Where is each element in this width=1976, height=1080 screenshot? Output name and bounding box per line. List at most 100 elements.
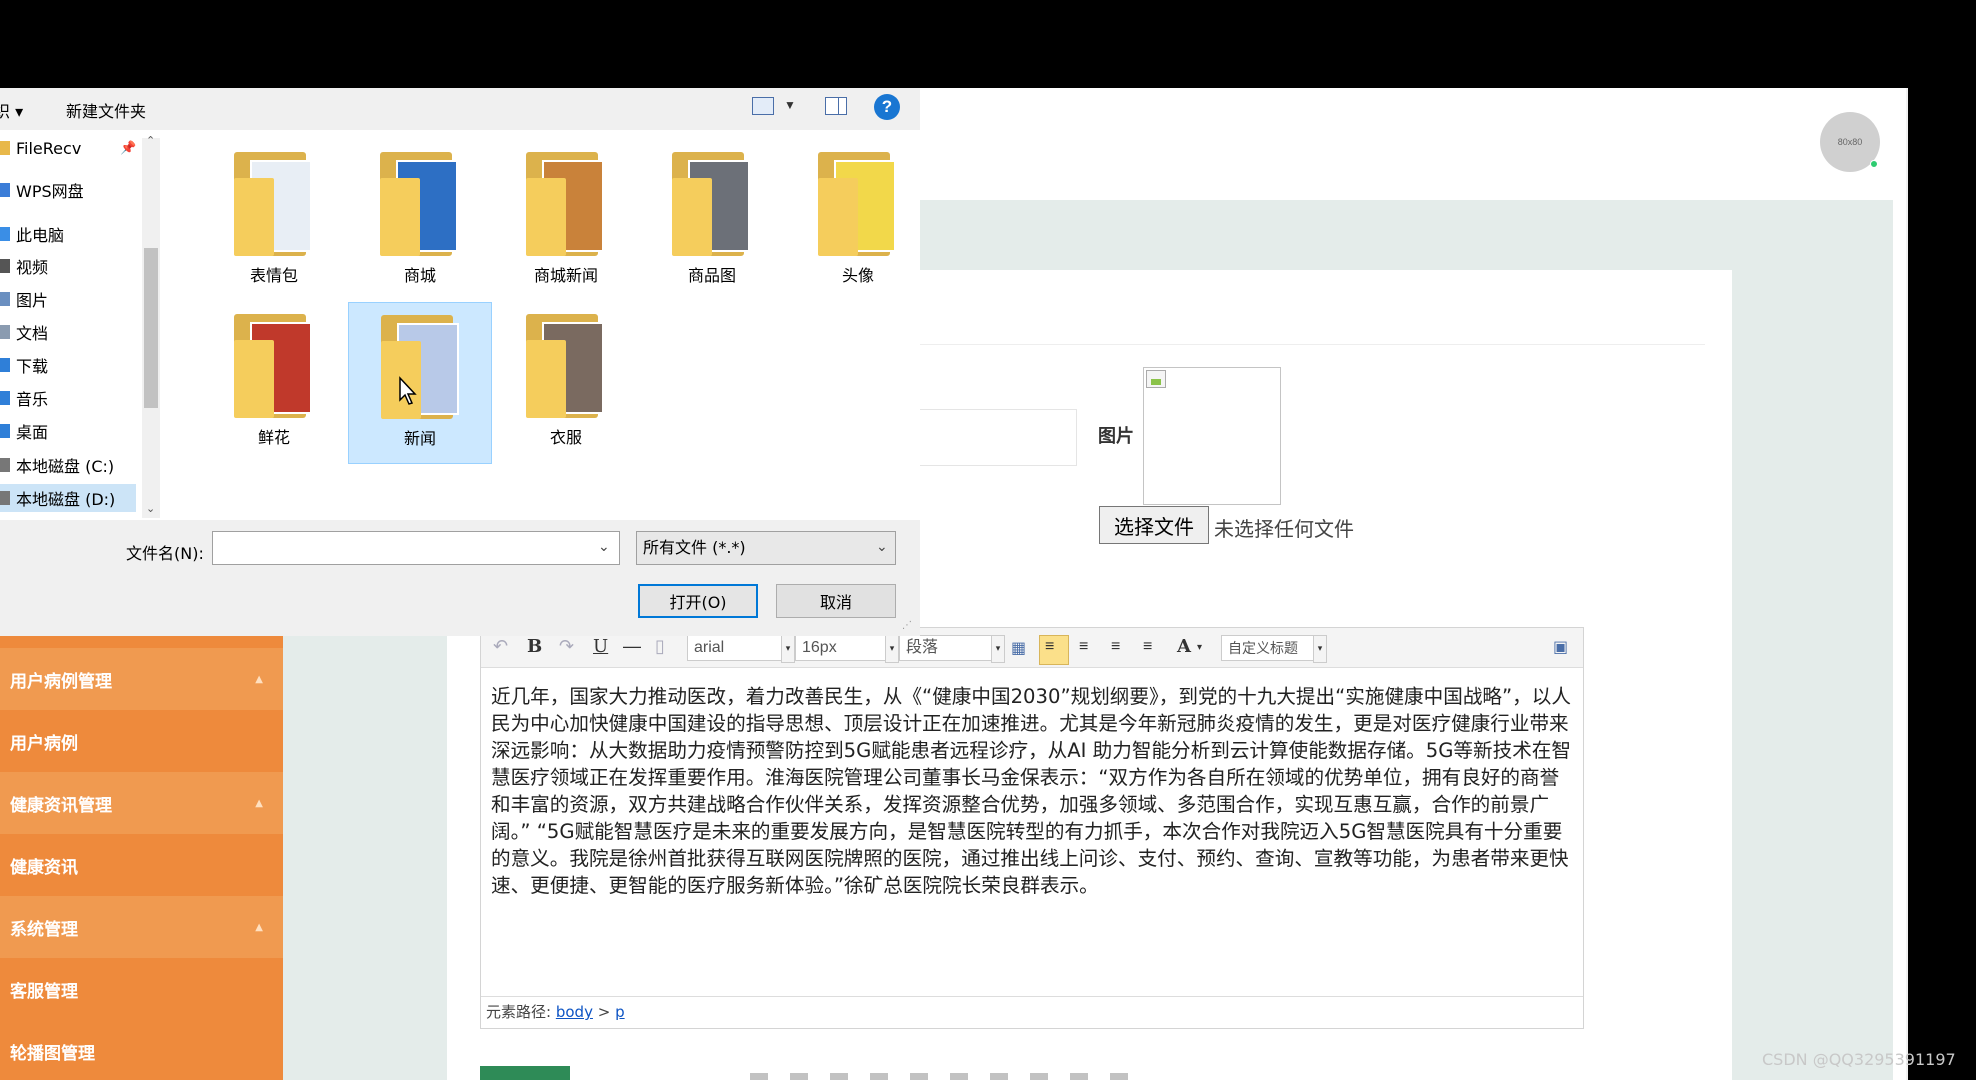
folder-label: 表情包 — [249, 266, 298, 285]
blank-page-icon[interactable]: ▯ — [655, 636, 665, 657]
nav-item[interactable]: 下载 — [0, 351, 48, 379]
nav-item[interactable]: 本地磁盘 (D:) — [0, 484, 136, 512]
sidebar-item[interactable]: 客服管理 — [0, 958, 283, 1020]
music-icon — [0, 391, 10, 405]
sidebar-item[interactable]: 轮播图管理 — [0, 1020, 283, 1080]
nav-item[interactable]: FileRecv — [0, 134, 81, 162]
sidebar-item[interactable]: 健康资讯管理 ▲ — [0, 772, 283, 834]
organize-button[interactable]: 织 ▾ — [0, 98, 23, 122]
font-color-icon[interactable]: A — [1177, 636, 1191, 657]
custom-title-select[interactable]: 自定义标题 — [1221, 635, 1319, 661]
nav-item-label: 桌面 — [16, 423, 49, 442]
sidebar-item[interactable]: 系统管理 ▲ — [0, 896, 283, 958]
filename-input[interactable] — [212, 531, 620, 565]
nav-item[interactable]: 此电脑 — [0, 220, 64, 248]
choose-file-button[interactable]: 选择文件 — [1099, 506, 1209, 544]
folder-label: 衣服 — [549, 428, 582, 447]
filename-label: 文件名(N): — [126, 544, 204, 563]
preview-pane-icon[interactable] — [825, 97, 847, 115]
resize-grip-icon[interactable]: ⋰ — [902, 620, 912, 631]
cancel-button[interactable]: 取消 — [776, 584, 896, 618]
file-list: 表情包 商城 商城新闻 商品图 头像 鲜花 新闻 衣服 — [162, 130, 920, 520]
documents-icon — [0, 325, 10, 339]
nav-item-label: 本地磁盘 (C:) — [16, 457, 115, 476]
paragraph-select[interactable]: 段落 — [899, 635, 999, 661]
pin-icon[interactable]: 📌 — [120, 140, 136, 156]
help-icon[interactable]: ? — [874, 94, 900, 120]
underline-icon[interactable]: U — [593, 636, 608, 657]
fullscreen-icon[interactable]: ▣ — [1553, 637, 1568, 657]
horizontal-rule-icon[interactable]: — — [623, 636, 641, 657]
folder-icon — [672, 152, 754, 256]
folder-tile[interactable]: 表情包 — [202, 140, 346, 302]
cloud-icon — [0, 183, 10, 197]
nav-item[interactable]: 桌面 — [0, 417, 48, 445]
path-separator: > — [597, 1003, 611, 1021]
nav-item[interactable]: 视频 — [0, 252, 48, 280]
custom-title-dropdown-icon[interactable]: ▾ — [1313, 635, 1327, 663]
nav-item[interactable]: WPS网盘 — [0, 176, 84, 204]
dialog-toolbar: 织 ▾ 新建文件夹 ▼ ? — [0, 88, 920, 130]
open-button[interactable]: 打开(O) — [638, 584, 758, 618]
folder-tile[interactable]: 商城新闻 — [494, 140, 638, 302]
font-size-dropdown-icon[interactable]: ▾ — [885, 635, 899, 663]
path-link-p[interactable]: p — [615, 1003, 625, 1021]
filename-dropdown-icon[interactable]: ⌄ — [598, 538, 610, 555]
file-type-select[interactable]: 所有文件 (*.*) — [636, 531, 896, 565]
folder-tile[interactable]: 商品图 — [640, 140, 784, 302]
scroll-down-icon[interactable]: ⌄ — [146, 502, 155, 515]
new-folder-button[interactable]: 新建文件夹 — [66, 98, 146, 122]
table-icon[interactable]: ▦ — [1011, 638, 1026, 658]
folder-tile[interactable]: 头像 — [786, 140, 930, 302]
nav-item[interactable]: 本地磁盘 (C:) — [0, 451, 114, 479]
folder-icon — [234, 314, 316, 418]
font-size-select[interactable]: 16px — [795, 635, 891, 661]
sidebar-item[interactable]: 健康资讯 — [0, 834, 283, 896]
scroll-up-icon[interactable]: ⌃ — [146, 134, 155, 147]
nav-scrollbar-thumb[interactable] — [144, 248, 158, 408]
sidebar-item[interactable]: 用户病例 — [0, 710, 283, 772]
download-icon — [0, 358, 10, 372]
folder-tile[interactable]: 鲜花 — [202, 302, 346, 464]
font-family-dropdown-icon[interactable]: ▾ — [781, 635, 795, 663]
view-options-icon[interactable] — [752, 97, 774, 115]
redo-icon[interactable]: ↷ — [559, 636, 574, 657]
nav-item-label: 图片 — [16, 291, 49, 310]
nav-item-label: 本地磁盘 (D:) — [16, 490, 116, 509]
align-right-icon[interactable]: ≡ — [1111, 638, 1120, 656]
folder-tile[interactable]: 新闻 — [348, 302, 492, 464]
desktop-icon — [0, 424, 10, 438]
font-color-dropdown-icon[interactable]: ▾ — [1197, 642, 1202, 653]
collapse-arrow-icon[interactable]: ▲ — [255, 922, 263, 933]
collapse-arrow-icon[interactable]: ▲ — [255, 674, 263, 685]
nav-item[interactable]: 图片 — [0, 285, 48, 313]
undo-icon[interactable]: ↶ — [493, 636, 508, 657]
folder-tile[interactable]: 衣服 — [494, 302, 638, 464]
font-family-select[interactable]: arial — [687, 635, 787, 661]
element-path-label: 元素路径: — [486, 1003, 552, 1021]
folder-tile[interactable]: 商城 — [348, 140, 492, 302]
file-type-dropdown-icon[interactable]: ⌄ — [876, 538, 888, 555]
bold-icon[interactable]: B — [527, 636, 542, 657]
path-link-body[interactable]: body — [556, 1003, 593, 1021]
justify-icon[interactable]: ≡ — [1143, 638, 1152, 656]
view-dropdown-icon[interactable]: ▼ — [784, 98, 796, 112]
paragraph-dropdown-icon[interactable]: ▾ — [991, 635, 1005, 663]
title-input[interactable] — [920, 409, 1077, 466]
image-field-label: 图片 — [1098, 426, 1134, 447]
nav-item-label: 音乐 — [16, 390, 49, 409]
editor-content[interactable]: 近几年，国家大力推动医改，着力改善民生，从《“健康中国2030”规划纲要》，到党… — [491, 683, 1576, 899]
align-center-icon[interactable]: ≡ — [1079, 638, 1088, 656]
sidebar-item[interactable]: 用户病例管理 ▲ — [0, 648, 283, 710]
rich-text-editor[interactable]: ↶ B ↷ U — ▯ arial ▾ 16px ▾ 段落 ▾ ▦ ≡ ≡ ≡ … — [480, 627, 1584, 1029]
submit-button[interactable] — [480, 1066, 570, 1080]
nav-item[interactable]: 文档 — [0, 318, 48, 346]
faded-footer-row — [750, 1073, 1130, 1080]
drive-icon — [0, 458, 10, 472]
nav-item[interactable]: 音乐 — [0, 384, 48, 412]
online-status-dot — [1870, 160, 1878, 168]
collapse-arrow-icon[interactable]: ▲ — [255, 798, 263, 809]
align-left-glyph-icon: ≡ — [1045, 638, 1055, 655]
sidebar-item-label: 系统管理 — [10, 919, 78, 940]
element-path-bar: 元素路径: body > p — [481, 996, 1583, 1028]
